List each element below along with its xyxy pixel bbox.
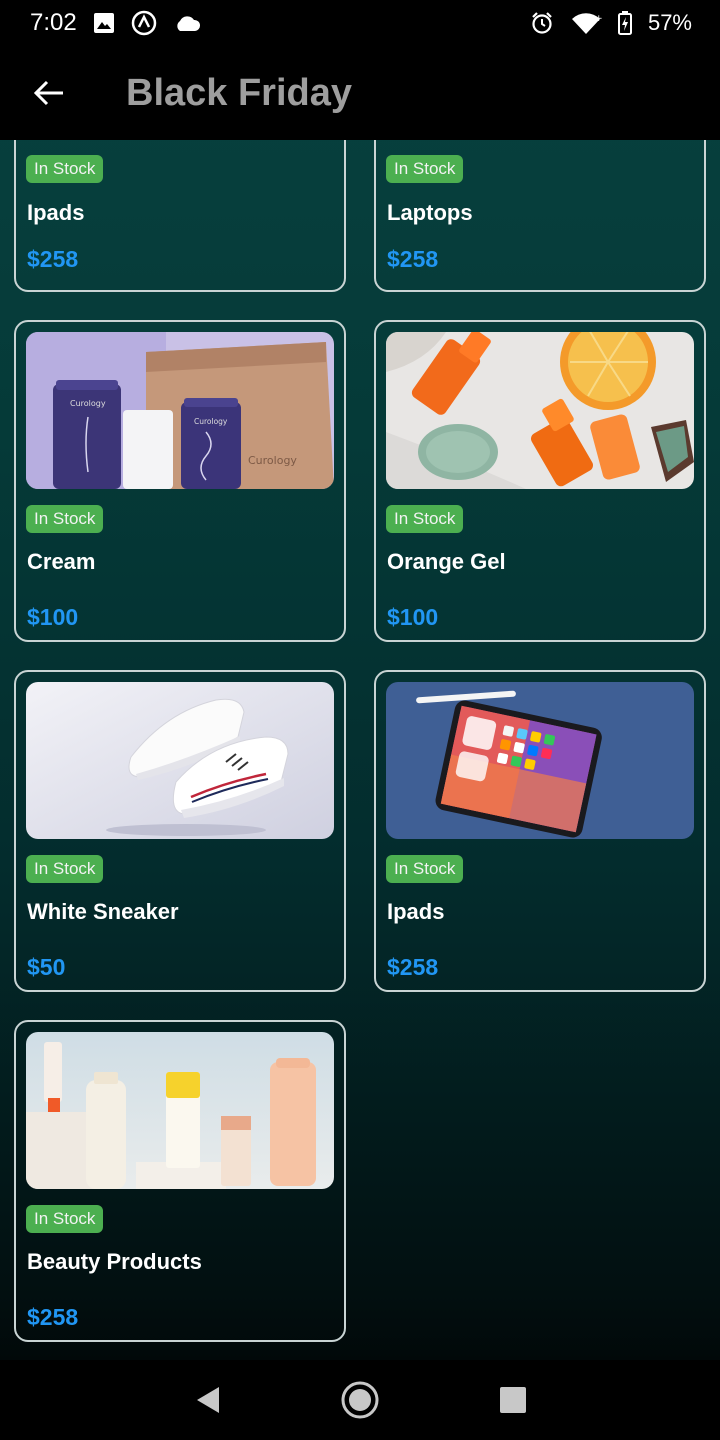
vpn-icon [131,10,157,36]
status-left: 7:02 [30,9,201,37]
product-name: Orange Gel [387,549,506,574]
product-price: $100 [27,604,79,630]
product-card[interactable]: In Stock Laptops $258 [374,140,706,292]
product-price: $258 [387,246,439,272]
home-circle-icon [341,1381,379,1419]
gallery-icon [93,12,115,34]
recents-square-icon [500,1387,527,1413]
stock-badge: In Stock [386,505,464,533]
product-image-orange-gel [386,332,694,489]
app-bar: Black Friday [0,46,720,140]
product-card[interactable]: Curology Curology Curology In Stock Crea… [14,320,346,642]
product-price: $258 [27,1304,79,1330]
product-card[interactable]: In Stock Beauty Products $258 [14,1020,346,1342]
product-image-cream: Curology Curology Curology [26,332,334,489]
nav-back-button[interactable] [177,1370,237,1430]
product-price: $100 [387,604,439,630]
svg-text:Curology: Curology [194,417,228,426]
product-price: $258 [387,954,439,980]
battery-percent: 57% [647,10,692,35]
stock-badge: In Stock [386,855,464,883]
system-nav-bar [0,1360,720,1440]
status-bar: 7:02 + 57% [0,0,720,46]
svg-text:Curology: Curology [248,454,297,467]
back-button[interactable] [14,58,84,128]
product-name: Beauty Products [27,1249,202,1274]
nav-home-button[interactable] [330,1370,390,1430]
cloud-icon [173,13,201,33]
product-name: White Sneaker [27,899,179,924]
product-image-beauty-products [26,1032,334,1189]
product-image-ipad [386,682,694,839]
arrow-left-icon [33,80,63,106]
svg-text:+: + [595,14,602,24]
stock-badge: In Stock [386,155,464,183]
product-price: $50 [27,954,66,980]
product-name: Cream [27,549,96,574]
product-price: $258 [27,246,79,272]
svg-text:Curology: Curology [70,399,106,408]
product-card[interactable]: In Stock Ipads $258 [14,140,346,292]
stock-badge: In Stock [26,505,104,533]
page-title: Black Friday [126,71,352,114]
product-card[interactable]: In Stock White Sneaker $50 [14,670,346,992]
stock-badge: In Stock [26,155,104,183]
status-time: 7:02 [30,9,77,36]
product-card[interactable]: In Stock Ipads $258 [374,670,706,992]
product-name: Ipads [387,899,445,924]
alarm-icon [530,11,554,35]
product-card[interactable]: In Stock Orange Gel $100 [374,320,706,642]
status-right: + 57% [530,10,692,36]
wifi-icon: + [570,11,602,35]
nav-recents-button[interactable] [483,1370,543,1430]
product-grid: In Stock Ipads $258 In Stock Laptops $25… [0,140,720,1360]
product-name: Laptops [387,200,473,225]
stock-badge: In Stock [26,1205,104,1233]
stock-badge: In Stock [26,855,104,883]
back-triangle-icon [196,1387,219,1413]
battery-charging-icon [617,11,632,35]
product-image-white-sneaker [26,682,334,839]
product-name: Ipads [27,200,85,225]
